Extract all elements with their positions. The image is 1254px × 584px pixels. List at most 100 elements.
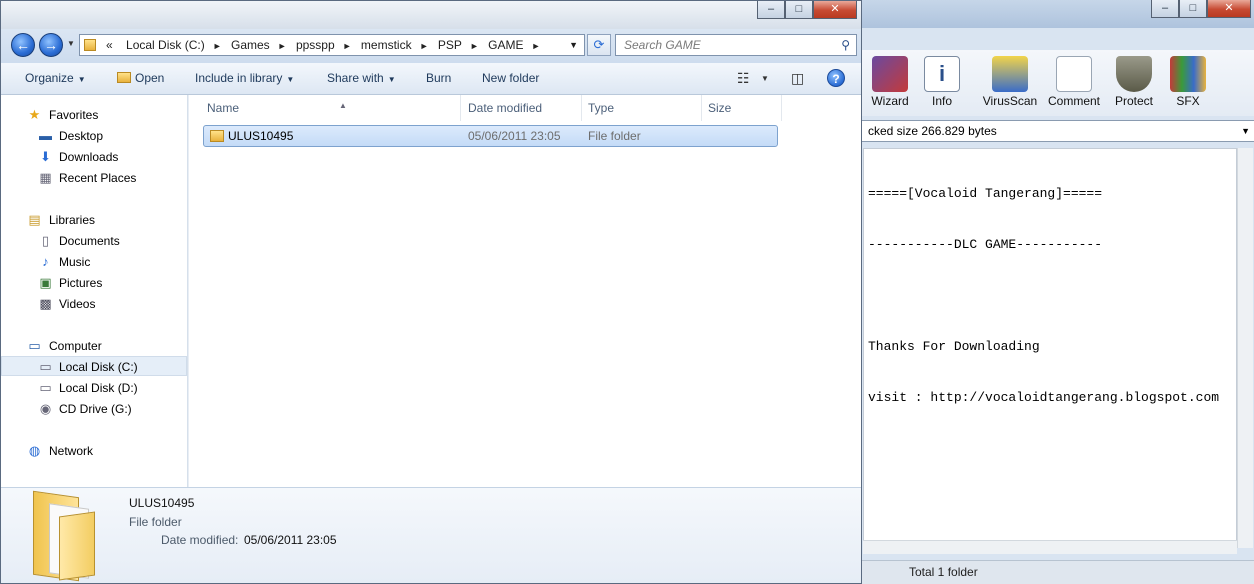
chevron-down-icon: ▼ — [387, 75, 396, 84]
open-folder-icon — [117, 72, 131, 83]
nav-cd-drive-g[interactable]: ◉ CD Drive (G:) — [1, 399, 187, 419]
help-icon[interactable]: ? — [827, 69, 845, 87]
virusscan-icon — [992, 56, 1028, 92]
column-header-date-modified[interactable]: Date modified — [462, 95, 582, 121]
nav-libraries[interactable]: ▤ Libraries — [1, 210, 187, 230]
star-icon: ★ — [28, 107, 41, 122]
address-history-chevron-icon[interactable]: ▼ — [569, 35, 578, 55]
search-input[interactable]: Search GAME ⚲ — [615, 34, 857, 56]
winrar-maximize-button[interactable]: □ — [1179, 0, 1207, 18]
view-options-chevron-icon[interactable]: ▼ — [761, 74, 769, 83]
change-view-icon[interactable]: ☷ — [737, 70, 750, 87]
chevron-right-icon[interactable]: ► — [468, 36, 481, 55]
winrar-titlebar[interactable]: – □ ✕ — [859, 0, 1254, 28]
nav-music[interactable]: ♪ Music — [1, 252, 187, 272]
back-button[interactable]: ← — [11, 33, 35, 57]
breadcrumb-psp[interactable]: PSP — [434, 35, 468, 55]
sfx-icon — [1170, 56, 1206, 92]
comment-line: -----------DLC GAME----------- — [868, 237, 1103, 252]
open-button[interactable]: Open — [117, 71, 164, 85]
winrar-path-field[interactable]: cked size 266.829 bytes ▼ — [859, 120, 1254, 142]
archive-comment: =====[Vocaloid Tangerang]===== ---------… — [863, 148, 1237, 548]
nav-pictures[interactable]: ▣ Pictures — [1, 273, 187, 293]
hard-drive-icon: ▭ — [39, 380, 52, 395]
chevron-down-icon: ▼ — [286, 75, 295, 84]
winrar-close-button[interactable]: ✕ — [1207, 0, 1251, 18]
nav-local-disk-c[interactable]: ▭ Local Disk (C:) — [1, 356, 187, 376]
table-row[interactable]: ULUS10495 05/06/2011 23:05 File folder — [203, 125, 778, 147]
burn-button[interactable]: Burn — [426, 71, 451, 85]
maximize-button[interactable]: □ — [785, 1, 813, 19]
folder-icon — [84, 39, 96, 51]
winrar-status-bar: Total 1 folder — [859, 560, 1254, 584]
recent-pages-chevron-icon[interactable]: ▼ — [67, 39, 75, 48]
shield-icon — [1116, 56, 1152, 92]
comment-vertical-scrollbar[interactable] — [1237, 148, 1253, 548]
column-header-size[interactable]: Size — [702, 95, 782, 121]
nav-local-disk-d[interactable]: ▭ Local Disk (D:) — [1, 378, 187, 398]
info-icon: i — [924, 56, 960, 92]
chevron-right-icon[interactable]: ► — [418, 36, 431, 55]
address-row: ← → ▼ « Local Disk (C:) ► Games ► ppsspp ► … — [1, 29, 861, 63]
comment-button[interactable]: Comment — [1043, 56, 1105, 112]
refresh-button[interactable]: ⟳ — [587, 34, 611, 56]
explorer-titlebar[interactable]: – □ ✕ — [1, 1, 861, 29]
column-header-name[interactable]: Name ▲ — [201, 95, 461, 121]
network-icon: ◍ — [28, 443, 41, 458]
address-bar[interactable]: « Local Disk (C:) ► Games ► ppsspp ► memsti… — [79, 34, 585, 56]
refresh-icon: ⟳ — [593, 37, 605, 52]
sfx-button[interactable]: SFX — [1157, 56, 1219, 112]
comment-horizontal-scrollbar[interactable] — [863, 540, 1237, 554]
details-date-modified-label: Date modified: — [161, 533, 239, 547]
winrar-minimize-button[interactable]: – — [1151, 0, 1179, 18]
explorer-window: – □ ✕ ← → ▼ « Local Disk (C:) ► Games ► pp… — [0, 0, 862, 584]
breadcrumb-local-disk-c[interactable]: Local Disk (C:) — [122, 35, 211, 55]
documents-icon: ▯ — [41, 233, 50, 248]
nav-downloads[interactable]: ⬇ Downloads — [1, 147, 187, 167]
preview-pane-icon[interactable]: ◫ — [791, 70, 804, 87]
chevron-down-icon[interactable]: ▼ — [1241, 121, 1250, 141]
chevron-right-icon[interactable]: ► — [529, 36, 542, 55]
comment-line: visit : http://vocaloidtangerang.blogspo… — [868, 390, 1220, 405]
chevron-right-icon[interactable]: ► — [341, 36, 354, 55]
minimize-button[interactable]: – — [757, 1, 785, 19]
organize-button[interactable]: Organize ▼ — [25, 71, 86, 85]
nav-documents[interactable]: ▯ Documents — [1, 231, 187, 251]
pictures-icon: ▣ — [39, 275, 52, 290]
search-icon[interactable]: ⚲ — [841, 35, 850, 55]
nav-computer[interactable]: ▭ Computer — [1, 336, 187, 356]
column-header-type[interactable]: Type — [582, 95, 702, 121]
close-button[interactable]: ✕ — [813, 1, 857, 19]
comment-line: Thanks For Downloading — [868, 339, 1040, 354]
music-icon: ♪ — [42, 254, 49, 269]
file-list: Name ▲ Date modified Type Size ULUS10495… — [189, 95, 861, 487]
protect-button[interactable]: Protect — [1103, 56, 1165, 112]
new-folder-button[interactable]: New folder — [482, 71, 539, 85]
downloads-icon: ⬇ — [40, 149, 51, 164]
nav-favorites[interactable]: ★ Favorites — [1, 105, 187, 125]
forward-button[interactable]: → — [39, 33, 63, 57]
nav-desktop[interactable]: ▬ Desktop — [1, 126, 187, 146]
chevron-right-icon[interactable]: ► — [276, 36, 289, 55]
share-with-button[interactable]: Share with ▼ — [327, 71, 396, 85]
info-button[interactable]: i Info — [911, 56, 973, 112]
breadcrumb-game[interactable]: GAME — [484, 35, 529, 55]
command-bar: Organize ▼ Open Include in library ▼ Share… — [1, 63, 861, 95]
virusscan-button[interactable]: VirusScan — [979, 56, 1041, 112]
hard-drive-icon: ▭ — [39, 359, 52, 374]
nav-network[interactable]: ◍ Network — [1, 441, 187, 461]
breadcrumb-memstick[interactable]: memstick — [357, 35, 418, 55]
recent-places-icon: ▦ — [39, 170, 52, 185]
details-date-modified-value: 05/06/2011 23:05 — [244, 533, 337, 547]
nav-recent-places[interactable]: ▦ Recent Places — [1, 168, 187, 188]
breadcrumb: « Local Disk (C:) ► Games ► ppsspp ► memsti… — [102, 35, 542, 55]
comment-icon — [1056, 56, 1092, 92]
breadcrumb-overflow[interactable]: « — [102, 35, 119, 55]
breadcrumb-games[interactable]: Games — [227, 35, 276, 55]
wizard-icon — [872, 56, 908, 92]
libraries-icon: ▤ — [28, 212, 41, 227]
breadcrumb-ppsspp[interactable]: ppsspp — [292, 35, 341, 55]
nav-videos[interactable]: ▩ Videos — [1, 294, 187, 314]
include-in-library-button[interactable]: Include in library ▼ — [195, 71, 294, 85]
chevron-right-icon[interactable]: ► — [211, 36, 224, 55]
